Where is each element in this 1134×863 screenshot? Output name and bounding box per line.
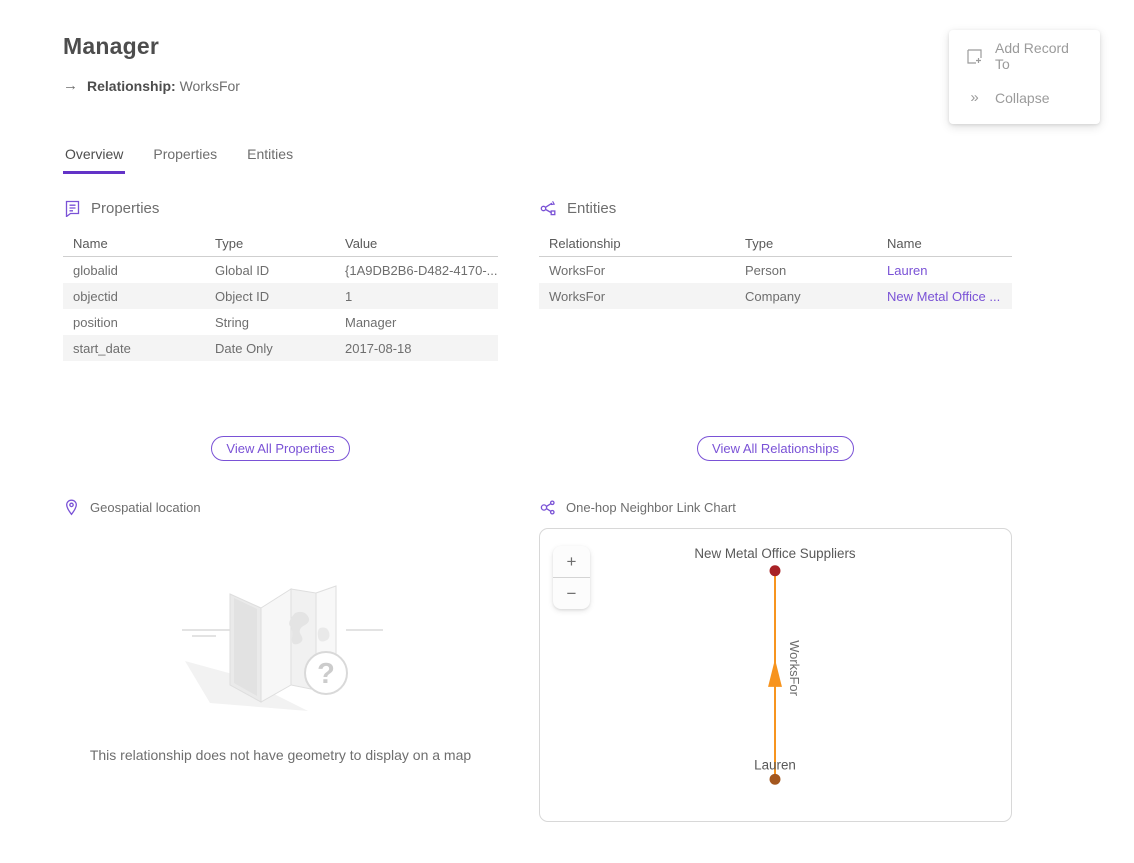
tab-properties[interactable]: Properties (151, 143, 219, 174)
context-menu: Add Record To » Collapse (949, 30, 1100, 124)
property-value: 2017-08-18 (335, 341, 498, 356)
section-title: Entities (567, 200, 616, 217)
tab-overview[interactable]: Overview (63, 143, 125, 174)
column-header: Value (335, 236, 498, 251)
property-name: start_date (63, 341, 205, 356)
node-label-top: New Metal Office Suppliers (694, 546, 856, 561)
zoom-in-button[interactable]: + (553, 546, 590, 577)
column-header: Name (877, 236, 1012, 251)
breadcrumb: → Relationship: WorksFor (63, 77, 240, 94)
section-title: Geospatial location (90, 500, 201, 515)
property-type: Global ID (205, 263, 335, 278)
property-value: 1 (335, 289, 498, 304)
zoom-control: + − (553, 546, 590, 609)
properties-table: Name Type Value globalid Global ID {1A9D… (63, 230, 498, 361)
zoom-out-button[interactable]: − (553, 578, 590, 609)
properties-section: Properties Name Type Value globalid Glob… (63, 190, 498, 361)
column-header: Relationship (539, 236, 735, 251)
node-person[interactable] (770, 774, 781, 785)
record-detail-page: Manager → Relationship: WorksFor Add Rec… (0, 0, 1134, 863)
properties-header: Properties (63, 196, 498, 220)
geospatial-header: Geospatial location (63, 497, 201, 517)
relationship-arrow-icon: → (63, 77, 78, 94)
entity-type: Company (735, 289, 877, 304)
tab-entities[interactable]: Entities (245, 143, 295, 174)
property-name: objectid (63, 289, 205, 304)
question-mark-glyph: ? (317, 658, 335, 690)
section-title: Properties (91, 200, 159, 217)
edge-arrow-icon (768, 659, 782, 687)
map-pin-icon (63, 499, 80, 516)
subtitle-label: Relationship: (87, 78, 176, 94)
geospatial-empty-message: This relationship does not have geometry… (63, 747, 498, 763)
column-header: Name (63, 236, 205, 251)
add-record-icon (965, 47, 983, 65)
property-value: Manager (335, 315, 498, 330)
entity-type: Person (735, 263, 877, 278)
column-header: Type (205, 236, 335, 251)
table-row: WorksFor Person Lauren (539, 257, 1012, 283)
tab-bar: Overview Properties Entities (63, 143, 295, 174)
entities-icon (539, 199, 557, 217)
property-value: {1A9DB2B6-D482-4170-... (335, 263, 498, 278)
property-type: Object ID (205, 289, 335, 304)
page-title: Manager (63, 33, 159, 60)
property-type: Date Only (205, 341, 335, 356)
subtitle-value: WorksFor (180, 78, 240, 94)
section-title: One-hop Neighbor Link Chart (566, 500, 736, 515)
entities-section: Entities Relationship Type Name WorksFor… (539, 190, 1012, 309)
menu-item-collapse[interactable]: » Collapse (949, 79, 1100, 117)
table-row: objectid Object ID 1 (63, 283, 498, 309)
table-row: start_date Date Only 2017-08-18 (63, 335, 498, 361)
view-all-properties-button[interactable]: View All Properties (211, 436, 349, 461)
entity-link[interactable]: Lauren (877, 263, 1012, 278)
edge-label: WorksFor (787, 640, 802, 696)
property-name: position (63, 315, 205, 330)
view-all-relationships-button[interactable]: View All Relationships (697, 436, 854, 461)
link-chart-graph: WorksFor New Metal Office Suppliers Laur… (540, 529, 1011, 821)
entity-link[interactable]: New Metal Office ... (877, 289, 1012, 304)
entity-relationship: WorksFor (539, 263, 735, 278)
entities-header: Entities (539, 196, 1012, 220)
properties-icon (63, 199, 81, 217)
property-name: globalid (63, 263, 205, 278)
map-placeholder-illustration: ? (140, 573, 420, 723)
table-header-row: Name Type Value (63, 230, 498, 257)
menu-item-label: Add Record To (995, 40, 1084, 72)
property-type: String (205, 315, 335, 330)
collapse-icon: » (965, 89, 983, 107)
properties-actions: View All Properties (63, 436, 498, 461)
link-chart-card: WorksFor New Metal Office Suppliers Laur… (539, 528, 1012, 822)
menu-item-add-record-to[interactable]: Add Record To (949, 37, 1100, 75)
table-row: WorksFor Company New Metal Office ... (539, 283, 1012, 309)
entities-actions: View All Relationships (539, 436, 1012, 461)
node-label-bottom: Lauren (754, 757, 796, 772)
table-row: position String Manager (63, 309, 498, 335)
node-company[interactable] (770, 565, 781, 576)
subtitle-text: Relationship: WorksFor (87, 78, 240, 94)
table-row: globalid Global ID {1A9DB2B6-D482-4170-.… (63, 257, 498, 283)
link-chart-icon (539, 499, 556, 516)
entity-relationship: WorksFor (539, 289, 735, 304)
entities-table: Relationship Type Name WorksFor Person L… (539, 230, 1012, 309)
menu-item-label: Collapse (995, 90, 1049, 106)
column-header: Type (735, 236, 877, 251)
link-chart-header: One-hop Neighbor Link Chart (539, 497, 736, 517)
table-header-row: Relationship Type Name (539, 230, 1012, 257)
